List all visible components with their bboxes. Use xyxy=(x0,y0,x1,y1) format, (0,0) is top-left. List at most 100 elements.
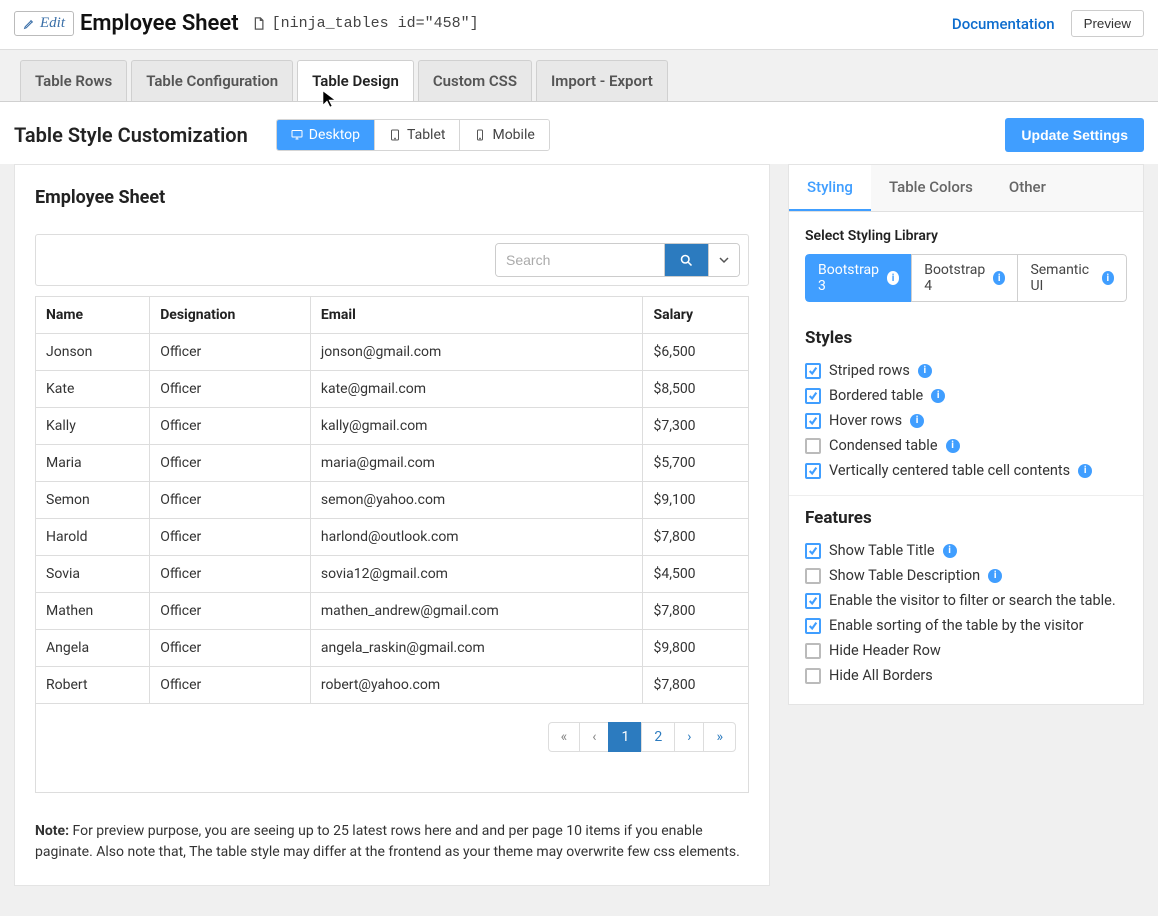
option-label: Show Table Description xyxy=(829,567,980,584)
cell-name: Mathen xyxy=(36,593,150,630)
tab-table-design[interactable]: Table Design xyxy=(297,60,414,101)
info-icon[interactable]: i xyxy=(931,389,945,403)
page-prev[interactable]: ‹ xyxy=(579,722,609,752)
cell-name: Kally xyxy=(36,408,150,445)
shortcode-display[interactable]: [ninja_tables id="458"] xyxy=(251,15,479,32)
cell-designation: Officer xyxy=(150,408,311,445)
column-header[interactable]: Designation xyxy=(150,297,311,334)
option-enable-the-visitor-to-filter-or-search-the-table[interactable]: Enable the visitor to filter or search t… xyxy=(805,588,1127,613)
tab-custom-css[interactable]: Custom CSS xyxy=(418,60,532,101)
note-text: For preview purpose, you are seeing up t… xyxy=(35,823,740,860)
cell-salary: $7,300 xyxy=(643,408,749,445)
info-icon[interactable]: i xyxy=(918,364,932,378)
table-row: JonsonOfficerjonson@gmail.com$6,500 xyxy=(36,334,749,371)
styling-tab-table-colors[interactable]: Table Colors xyxy=(871,165,991,211)
checkbox[interactable] xyxy=(805,568,821,584)
table-row: KateOfficerkate@gmail.com$8,500 xyxy=(36,371,749,408)
cell-salary: $4,500 xyxy=(643,556,749,593)
styling-body: Select Styling Library Bootstrap 3 iBoot… xyxy=(789,212,1143,704)
mobile-icon xyxy=(474,129,486,141)
option-hide-header-row[interactable]: Hide Header Row xyxy=(805,638,1127,663)
info-icon[interactable]: i xyxy=(988,569,1002,583)
tab-import---export[interactable]: Import - Export xyxy=(536,60,668,101)
library-semantic-ui-button[interactable]: Semantic UI i xyxy=(1017,254,1127,302)
edit-button[interactable]: Edit xyxy=(14,11,74,36)
cell-salary: $7,800 xyxy=(643,667,749,704)
search-dropdown-button[interactable] xyxy=(708,244,739,276)
option-enable-sorting-of-the-table-by-the-visitor[interactable]: Enable sorting of the table by the visit… xyxy=(805,613,1127,638)
option-label: Condensed table xyxy=(829,437,938,454)
cell-email: maria@gmail.com xyxy=(310,445,643,482)
info-icon[interactable]: i xyxy=(1078,464,1092,478)
shortcode-text: [ninja_tables id="458"] xyxy=(272,15,479,32)
styling-tab-styling[interactable]: Styling xyxy=(789,165,871,211)
option-bordered-table[interactable]: Bordered tablei xyxy=(805,383,1127,408)
cell-name: Sovia xyxy=(36,556,150,593)
cell-email: kally@gmail.com xyxy=(310,408,643,445)
table-row: HaroldOfficerharlond@outlook.com$7,800 xyxy=(36,519,749,556)
cell-designation: Officer xyxy=(150,593,311,630)
main-area: Employee Sheet NameDesignationEmailSalar… xyxy=(0,164,1158,916)
page-2[interactable]: 2 xyxy=(641,722,675,752)
page-1[interactable]: 1 xyxy=(608,722,642,752)
cell-name: Semon xyxy=(36,482,150,519)
info-icon[interactable]: i xyxy=(946,439,960,453)
checkbox[interactable] xyxy=(805,413,821,429)
preview-button[interactable]: Preview xyxy=(1071,10,1144,37)
checkbox[interactable] xyxy=(805,438,821,454)
styling-tab-other[interactable]: Other xyxy=(991,165,1064,211)
cell-designation: Officer xyxy=(150,334,311,371)
cell-salary: $9,100 xyxy=(643,482,749,519)
checkbox[interactable] xyxy=(805,668,821,684)
update-settings-button[interactable]: Update Settings xyxy=(1005,118,1144,152)
option-striped-rows[interactable]: Striped rowsi xyxy=(805,358,1127,383)
info-icon[interactable]: i xyxy=(910,414,924,428)
checkbox[interactable] xyxy=(805,363,821,379)
cell-designation: Officer xyxy=(150,519,311,556)
option-show-table-title[interactable]: Show Table Titlei xyxy=(805,538,1127,563)
search-input[interactable] xyxy=(496,244,664,276)
option-condensed-table[interactable]: Condensed table i xyxy=(805,433,1127,458)
library-bootstrap-3-button[interactable]: Bootstrap 3 i xyxy=(805,254,912,302)
cell-email: jonson@gmail.com xyxy=(310,334,643,371)
option-label: Hide Header Row xyxy=(829,642,941,659)
search-button[interactable] xyxy=(664,244,708,276)
cell-designation: Officer xyxy=(150,667,311,704)
top-header: Edit Employee Sheet [ninja_tables id="45… xyxy=(0,0,1158,49)
device-mobile-button[interactable]: Mobile xyxy=(460,120,548,150)
option-show-table-description[interactable]: Show Table Description i xyxy=(805,563,1127,588)
page-last[interactable]: » xyxy=(703,722,736,752)
preview-panel: Employee Sheet NameDesignationEmailSalar… xyxy=(14,164,770,886)
checkbox[interactable] xyxy=(805,593,821,609)
documentation-link[interactable]: Documentation xyxy=(952,15,1055,33)
tab-table-configuration[interactable]: Table Configuration xyxy=(131,60,293,101)
checkbox[interactable] xyxy=(805,388,821,404)
library-bootstrap-4-button[interactable]: Bootstrap 4 i xyxy=(911,254,1018,302)
checkbox[interactable] xyxy=(805,543,821,559)
option-vertically-centered-table-cell-contents[interactable]: Vertically centered table cell contentsi xyxy=(805,458,1127,483)
page-next[interactable]: › xyxy=(674,722,704,752)
search-icon xyxy=(679,253,694,268)
preview-table-title: Employee Sheet xyxy=(35,187,749,208)
tab-table-rows[interactable]: Table Rows xyxy=(20,60,127,101)
column-header[interactable]: Name xyxy=(36,297,150,334)
page-first[interactable]: « xyxy=(548,722,581,752)
option-hover-rows[interactable]: Hover rowsi xyxy=(805,408,1127,433)
device-tablet-button[interactable]: Tablet xyxy=(375,120,460,150)
checkbox[interactable] xyxy=(805,463,821,479)
column-header[interactable]: Email xyxy=(310,297,643,334)
styles-heading: Styles xyxy=(805,328,1127,348)
info-icon: i xyxy=(993,271,1005,285)
search-row xyxy=(35,234,749,286)
table-row: SoviaOfficersovia12@gmail.com$4,500 xyxy=(36,556,749,593)
table-row: KallyOfficerkally@gmail.com$7,300 xyxy=(36,408,749,445)
checkbox[interactable] xyxy=(805,643,821,659)
checkbox[interactable] xyxy=(805,618,821,634)
column-header[interactable]: Salary xyxy=(643,297,749,334)
option-hide-all-borders[interactable]: Hide All Borders xyxy=(805,663,1127,688)
cell-designation: Officer xyxy=(150,371,311,408)
device-desktop-button[interactable]: Desktop xyxy=(277,120,375,150)
info-icon[interactable]: i xyxy=(943,544,957,558)
cell-email: harlond@outlook.com xyxy=(310,519,643,556)
tablet-icon xyxy=(389,129,401,141)
